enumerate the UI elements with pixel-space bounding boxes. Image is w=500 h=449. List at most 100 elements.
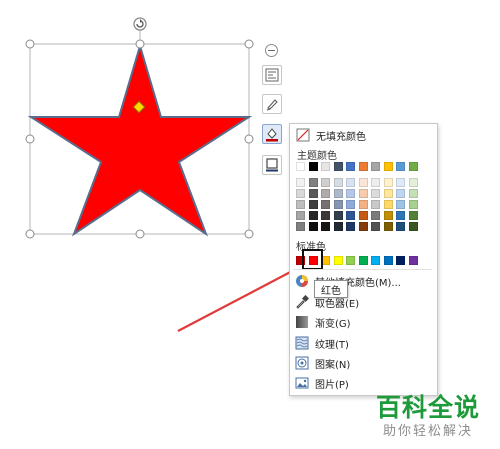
texture-item[interactable]: 纹理(T): [289, 333, 436, 353]
shape-style-icon: [266, 99, 278, 111]
theme-shade-swatch[interactable]: [383, 222, 393, 231]
standard-color-swatch[interactable]: [358, 256, 368, 265]
shape-style-button[interactable]: [262, 94, 282, 114]
standard-color-swatch[interactable]: [333, 256, 343, 265]
more-fill-colors-item[interactable]: 其他填充颜色(M)...: [289, 271, 436, 291]
theme-shade-swatch[interactable]: [321, 178, 330, 187]
theme-color-swatch[interactable]: [308, 162, 318, 171]
theme-shade-swatch[interactable]: [333, 178, 343, 187]
theme-shade-swatch[interactable]: [396, 178, 405, 187]
theme-colors-title: 主题颜色: [297, 151, 337, 162]
theme-shade-swatch[interactable]: [333, 222, 343, 231]
standard-color-swatch[interactable]: [396, 256, 405, 265]
theme-shade-swatch[interactable]: [408, 189, 418, 198]
gradient-item[interactable]: 渐变(G): [289, 312, 436, 332]
theme-shade-swatch[interactable]: [346, 200, 355, 209]
star-shape[interactable]: [27, 42, 253, 237]
standard-color-swatch[interactable]: [408, 256, 418, 265]
standard-color-swatch[interactable]: [346, 256, 355, 265]
theme-shade-swatch[interactable]: [296, 178, 305, 187]
theme-shade-swatch[interactable]: [321, 222, 330, 231]
texture-icon: [295, 336, 309, 350]
theme-shade-swatch[interactable]: [396, 200, 405, 209]
shape-outline-button[interactable]: [262, 155, 282, 175]
theme-color-swatch[interactable]: [396, 162, 405, 171]
theme-shade-swatch[interactable]: [333, 211, 343, 220]
color-tooltip: 红色: [314, 280, 348, 298]
theme-shade-swatch[interactable]: [346, 189, 355, 198]
theme-shade-swatch[interactable]: [333, 200, 343, 209]
theme-shade-swatch[interactable]: [396, 211, 405, 220]
theme-color-swatch[interactable]: [408, 162, 418, 171]
annotation-arrow: [177, 264, 306, 332]
theme-shade-swatch[interactable]: [296, 222, 305, 231]
theme-shade-swatch[interactable]: [408, 200, 418, 209]
no-fill-item[interactable]: 无填充颜色: [290, 125, 437, 145]
theme-color-swatch[interactable]: [321, 162, 330, 171]
theme-shade-swatch[interactable]: [383, 189, 393, 198]
texture-label: 纹理(T): [315, 339, 349, 351]
theme-shade-swatch[interactable]: [396, 189, 405, 198]
theme-shade-swatch[interactable]: [308, 222, 318, 231]
pattern-label: 图案(N): [315, 359, 351, 371]
layout-options-button[interactable]: [262, 65, 282, 85]
theme-color-swatch[interactable]: [346, 162, 355, 171]
theme-color-swatch[interactable]: [296, 162, 305, 171]
theme-shade-swatch[interactable]: [321, 189, 330, 198]
theme-shade-swatch[interactable]: [308, 200, 318, 209]
theme-shade-swatch[interactable]: [308, 189, 318, 198]
theme-shade-swatch[interactable]: [308, 211, 318, 220]
gradient-icon: [296, 316, 308, 328]
watermark-title: 百科全说: [376, 393, 481, 422]
theme-shade-swatch[interactable]: [346, 222, 355, 231]
shape-fill-icon: [266, 128, 278, 142]
theme-shade-swatch[interactable]: [308, 178, 318, 187]
theme-shade-swatch[interactable]: [358, 222, 368, 231]
watermark-subtitle: 助你轻松解决: [383, 424, 474, 439]
standard-color-swatch[interactable]: [383, 256, 393, 265]
theme-shade-swatch[interactable]: [371, 200, 380, 209]
theme-shade-swatch[interactable]: [321, 200, 330, 209]
standard-color-swatch[interactable]: [371, 256, 380, 265]
theme-shade-swatch[interactable]: [408, 211, 418, 220]
eyedropper-icon: [296, 295, 309, 309]
theme-shade-swatch[interactable]: [296, 211, 305, 220]
theme-shade-swatch[interactable]: [346, 178, 355, 187]
rotate-handle[interactable]: [133, 17, 147, 31]
selected-swatch-highlight: [302, 249, 323, 270]
theme-shade-swatch[interactable]: [383, 211, 393, 220]
theme-shade-swatch[interactable]: [346, 211, 355, 220]
theme-color-swatch[interactable]: [371, 162, 380, 171]
pattern-item[interactable]: 图案(N): [289, 353, 436, 373]
theme-shade-swatch[interactable]: [383, 200, 393, 209]
eyedropper-item[interactable]: 取色器(E): [289, 292, 436, 312]
theme-shade-swatch[interactable]: [371, 178, 380, 187]
theme-shade-swatch[interactable]: [321, 211, 330, 220]
color-wheel-icon: [296, 275, 308, 287]
menu-divider: [293, 269, 432, 270]
collapse-icon[interactable]: [265, 44, 278, 57]
theme-shade-swatch[interactable]: [371, 189, 380, 198]
gradient-label: 渐变(G): [315, 318, 351, 330]
theme-shade-swatch[interactable]: [371, 211, 380, 220]
theme-color-swatch[interactable]: [333, 162, 343, 171]
theme-shade-swatch[interactable]: [396, 222, 405, 231]
theme-shade-swatch[interactable]: [358, 178, 368, 187]
theme-shade-swatch[interactable]: [371, 222, 380, 231]
layout-options-icon: [265, 68, 279, 82]
theme-shade-swatch[interactable]: [408, 178, 418, 187]
theme-shade-swatch[interactable]: [296, 189, 305, 198]
theme-shade-swatch[interactable]: [358, 200, 368, 209]
picture-icon: [295, 377, 309, 389]
shape-fill-button[interactable]: [262, 124, 282, 144]
theme-shade-swatch[interactable]: [383, 178, 393, 187]
theme-shade-swatch[interactable]: [296, 200, 305, 209]
theme-shade-swatch[interactable]: [358, 211, 368, 220]
theme-color-swatch[interactable]: [358, 162, 368, 171]
theme-shade-swatch[interactable]: [358, 189, 368, 198]
theme-shade-swatch[interactable]: [408, 222, 418, 231]
picture-label: 图片(P): [315, 379, 349, 391]
shape-outline-icon: [266, 158, 278, 172]
theme-color-swatch[interactable]: [383, 162, 393, 171]
theme-shade-swatch[interactable]: [333, 189, 343, 198]
